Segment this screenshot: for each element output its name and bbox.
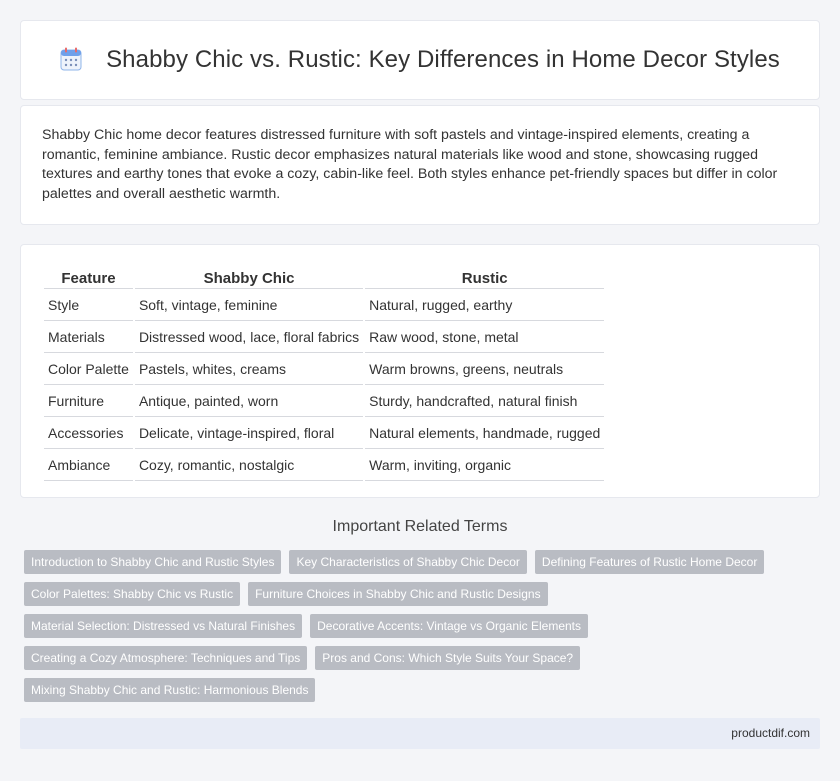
table-cell: Warm, inviting, organic	[365, 451, 605, 481]
table-header-row: Feature Shabby Chic Rustic	[44, 269, 605, 289]
table-cell: Soft, vintage, feminine	[134, 291, 364, 321]
related-terms-list: Introduction to Shabby Chic and Rustic S…	[24, 550, 804, 710]
footer: productdif.com	[20, 718, 820, 749]
table-cell: Cozy, romantic, nostalgic	[134, 451, 364, 481]
comparison-table: Feature Shabby Chic Rustic Style Soft, v…	[42, 267, 606, 483]
intro-text: Shabby Chic home decor features distress…	[42, 127, 778, 202]
header-feature: Feature	[44, 269, 133, 289]
table-cell: Natural elements, handmade, rugged	[365, 419, 605, 449]
calendar-icon	[60, 47, 82, 71]
related-terms-title: Important Related Terms	[332, 518, 508, 535]
related-term-tag[interactable]: Mixing Shabby Chic and Rustic: Harmoniou…	[24, 678, 316, 702]
related-term-tag[interactable]: Furniture Choices in Shabby Chic and Rus…	[248, 582, 548, 606]
comparison-card: Feature Shabby Chic Rustic Style Soft, v…	[20, 244, 820, 498]
table-cell: Color Palette	[44, 355, 133, 385]
related-term-tag[interactable]: Creating a Cozy Atmosphere: Techniques a…	[24, 646, 308, 670]
table-row: Accessories Delicate, vintage-inspired, …	[44, 419, 605, 449]
table-cell: Style	[44, 291, 133, 321]
table-cell: Materials	[44, 323, 133, 353]
table-cell: Pastels, whites, creams	[134, 355, 364, 385]
related-term-tag[interactable]: Pros and Cons: Which Style Suits Your Sp…	[315, 646, 581, 670]
footer-site-link[interactable]: productdif.com	[731, 726, 810, 740]
table-row: Furniture Antique, painted, worn Sturdy,…	[44, 387, 605, 417]
table-cell: Raw wood, stone, metal	[365, 323, 605, 353]
related-term-tag[interactable]: Key Characteristics of Shabby Chic Decor	[289, 550, 527, 574]
table-cell: Antique, painted, worn	[134, 387, 364, 417]
table-cell: Delicate, vintage-inspired, floral	[134, 419, 364, 449]
related-term-tag[interactable]: Color Palettes: Shabby Chic vs Rustic	[24, 582, 241, 606]
table-cell: Ambiance	[44, 451, 133, 481]
related-term-tag[interactable]: Defining Features of Rustic Home Decor	[534, 550, 765, 574]
table-cell: Sturdy, handcrafted, natural finish	[365, 387, 605, 417]
table-cell: Accessories	[44, 419, 133, 449]
table-cell: Distressed wood, lace, floral fabrics	[134, 323, 364, 353]
page-title: Shabby Chic vs. Rustic: Key Differences …	[106, 46, 780, 73]
related-term-tag[interactable]: Decorative Accents: Vintage vs Organic E…	[310, 614, 589, 638]
intro-card: Shabby Chic home decor features distress…	[20, 105, 820, 225]
header-shabby-chic: Shabby Chic	[134, 269, 364, 289]
table-row: Ambiance Cozy, romantic, nostalgic Warm,…	[44, 451, 605, 481]
table-cell: Warm browns, greens, neutrals	[365, 355, 605, 385]
related-term-tag[interactable]: Introduction to Shabby Chic and Rustic S…	[24, 550, 282, 574]
table-cell: Natural, rugged, earthy	[365, 291, 605, 321]
table-row: Color Palette Pastels, whites, creams Wa…	[44, 355, 605, 385]
table-row: Style Soft, vintage, feminine Natural, r…	[44, 291, 605, 321]
related-term-tag[interactable]: Material Selection: Distressed vs Natura…	[24, 614, 303, 638]
page-header: Shabby Chic vs. Rustic: Key Differences …	[20, 20, 820, 100]
table-cell: Furniture	[44, 387, 133, 417]
header-rustic: Rustic	[365, 269, 605, 289]
table-row: Materials Distressed wood, lace, floral …	[44, 323, 605, 353]
